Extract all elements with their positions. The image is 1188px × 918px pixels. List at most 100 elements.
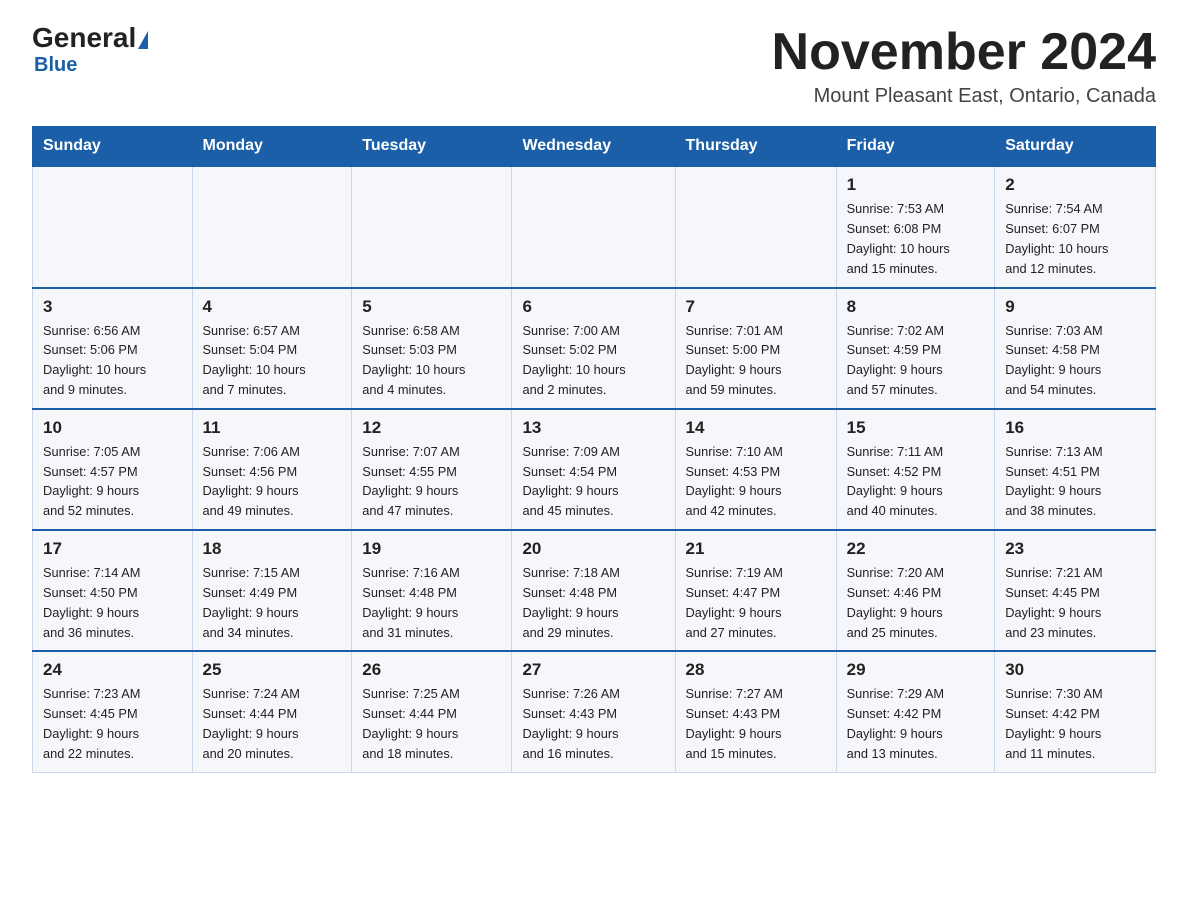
day-number: 9 <box>1005 297 1145 317</box>
month-title: November 2024 <box>772 24 1156 81</box>
day-info: Sunrise: 7:06 AM Sunset: 4:56 PM Dayligh… <box>203 442 342 521</box>
day-of-week-wednesday: Wednesday <box>512 127 675 167</box>
calendar-cell: 14 Sunrise: 7:10 AM Sunset: 4:53 PM Dayli… <box>675 409 836 530</box>
day-number: 6 <box>522 297 664 317</box>
calendar-cell: 8 Sunrise: 7:02 AM Sunset: 4:59 PM Daylig… <box>836 288 995 409</box>
location-title: Mount Pleasant East, Ontario, Canada <box>772 85 1156 108</box>
header: General Blue November 2024 Mount Pleasan… <box>32 24 1156 108</box>
calendar-cell: 4Sunrise: 6:57 AM Sunset: 5:04 PM Daylig… <box>192 288 352 409</box>
calendar-body: 1 Sunrise: 7:53 AM Sunset: 6:08 PM Daylig… <box>33 166 1156 772</box>
calendar-cell: 25 Sunrise: 7:24 AM Sunset: 4:44 PM Dayli… <box>192 651 352 772</box>
day-info: Sunrise: 7:23 AM Sunset: 4:45 PM Dayligh… <box>43 684 182 763</box>
day-number: 8 <box>847 297 985 317</box>
day-info: Sunrise: 6:56 AM Sunset: 5:06 PM Dayligh… <box>43 321 182 400</box>
day-of-week-monday: Monday <box>192 127 352 167</box>
day-number: 27 <box>522 660 664 680</box>
day-info: Sunrise: 7:01 AM Sunset: 5:00 PM Dayligh… <box>686 321 826 400</box>
day-info: Sunrise: 7:13 AM Sunset: 4:51 PM Dayligh… <box>1005 442 1145 521</box>
calendar-cell: 29Sunrise: 7:29 AM Sunset: 4:42 PM Dayli… <box>836 651 995 772</box>
day-info: Sunrise: 7:03 AM Sunset: 4:58 PM Dayligh… <box>1005 321 1145 400</box>
day-info: Sunrise: 7:11 AM Sunset: 4:52 PM Dayligh… <box>847 442 985 521</box>
calendar-cell <box>512 166 675 287</box>
day-number: 23 <box>1005 539 1145 559</box>
title-area: November 2024 Mount Pleasant East, Ontar… <box>772 24 1156 108</box>
logo-triangle-icon <box>138 31 148 49</box>
calendar-cell: 11Sunrise: 7:06 AM Sunset: 4:56 PM Dayli… <box>192 409 352 530</box>
day-info: Sunrise: 7:24 AM Sunset: 4:44 PM Dayligh… <box>203 684 342 763</box>
day-info: Sunrise: 7:54 AM Sunset: 6:07 PM Dayligh… <box>1005 199 1145 278</box>
day-info: Sunrise: 7:16 AM Sunset: 4:48 PM Dayligh… <box>362 563 501 642</box>
day-number: 20 <box>522 539 664 559</box>
day-info: Sunrise: 6:58 AM Sunset: 5:03 PM Dayligh… <box>362 321 501 400</box>
calendar-cell <box>675 166 836 287</box>
day-info: Sunrise: 7:14 AM Sunset: 4:50 PM Dayligh… <box>43 563 182 642</box>
day-info: Sunrise: 7:20 AM Sunset: 4:46 PM Dayligh… <box>847 563 985 642</box>
day-number: 10 <box>43 418 182 438</box>
calendar-cell: 13Sunrise: 7:09 AM Sunset: 4:54 PM Dayli… <box>512 409 675 530</box>
day-number: 19 <box>362 539 501 559</box>
day-info: Sunrise: 7:05 AM Sunset: 4:57 PM Dayligh… <box>43 442 182 521</box>
calendar-cell: 20Sunrise: 7:18 AM Sunset: 4:48 PM Dayli… <box>512 530 675 651</box>
calendar-cell: 18Sunrise: 7:15 AM Sunset: 4:49 PM Dayli… <box>192 530 352 651</box>
day-of-week-tuesday: Tuesday <box>352 127 512 167</box>
calendar-cell: 10 Sunrise: 7:05 AM Sunset: 4:57 PM Dayli… <box>33 409 193 530</box>
day-number: 7 <box>686 297 826 317</box>
day-number: 2 <box>1005 175 1145 195</box>
calendar-cell: 6 Sunrise: 7:00 AM Sunset: 5:02 PM Daylig… <box>512 288 675 409</box>
day-number: 17 <box>43 539 182 559</box>
calendar-cell: 27 Sunrise: 7:26 AM Sunset: 4:43 PM Dayli… <box>512 651 675 772</box>
calendar-cell: 17 Sunrise: 7:14 AM Sunset: 4:50 PM Dayli… <box>33 530 193 651</box>
calendar-header: SundayMondayTuesdayWednesdayThursdayFrid… <box>33 127 1156 167</box>
days-of-week-row: SundayMondayTuesdayWednesdayThursdayFrid… <box>33 127 1156 167</box>
day-number: 1 <box>847 175 985 195</box>
day-info: Sunrise: 7:02 AM Sunset: 4:59 PM Dayligh… <box>847 321 985 400</box>
calendar-cell: 22 Sunrise: 7:20 AM Sunset: 4:46 PM Dayli… <box>836 530 995 651</box>
week-row-5: 24 Sunrise: 7:23 AM Sunset: 4:45 PM Dayli… <box>33 651 1156 772</box>
day-number: 4 <box>203 297 342 317</box>
day-of-week-saturday: Saturday <box>995 127 1156 167</box>
week-row-3: 10 Sunrise: 7:05 AM Sunset: 4:57 PM Dayli… <box>33 409 1156 530</box>
day-of-week-friday: Friday <box>836 127 995 167</box>
calendar-cell: 26 Sunrise: 7:25 AM Sunset: 4:44 PM Dayli… <box>352 651 512 772</box>
calendar-cell: 28Sunrise: 7:27 AM Sunset: 4:43 PM Dayli… <box>675 651 836 772</box>
day-number: 5 <box>362 297 501 317</box>
day-number: 26 <box>362 660 501 680</box>
day-number: 12 <box>362 418 501 438</box>
day-info: Sunrise: 7:15 AM Sunset: 4:49 PM Dayligh… <box>203 563 342 642</box>
day-info: Sunrise: 7:30 AM Sunset: 4:42 PM Dayligh… <box>1005 684 1145 763</box>
calendar-cell: 2 Sunrise: 7:54 AM Sunset: 6:07 PM Daylig… <box>995 166 1156 287</box>
day-number: 25 <box>203 660 342 680</box>
calendar-cell <box>352 166 512 287</box>
day-info: Sunrise: 7:09 AM Sunset: 4:54 PM Dayligh… <box>522 442 664 521</box>
day-number: 22 <box>847 539 985 559</box>
logo-general: General <box>32 24 148 52</box>
day-number: 21 <box>686 539 826 559</box>
calendar-cell: 21 Sunrise: 7:19 AM Sunset: 4:47 PM Dayli… <box>675 530 836 651</box>
day-number: 14 <box>686 418 826 438</box>
calendar-cell: 9 Sunrise: 7:03 AM Sunset: 4:58 PM Daylig… <box>995 288 1156 409</box>
day-info: Sunrise: 7:26 AM Sunset: 4:43 PM Dayligh… <box>522 684 664 763</box>
day-number: 24 <box>43 660 182 680</box>
logo: General Blue <box>32 24 148 77</box>
day-of-week-thursday: Thursday <box>675 127 836 167</box>
calendar-cell: 12Sunrise: 7:07 AM Sunset: 4:55 PM Dayli… <box>352 409 512 530</box>
day-number: 28 <box>686 660 826 680</box>
day-number: 15 <box>847 418 985 438</box>
week-row-1: 1 Sunrise: 7:53 AM Sunset: 6:08 PM Daylig… <box>33 166 1156 287</box>
calendar-cell: 19 Sunrise: 7:16 AM Sunset: 4:48 PM Dayli… <box>352 530 512 651</box>
calendar-cell: 1 Sunrise: 7:53 AM Sunset: 6:08 PM Daylig… <box>836 166 995 287</box>
calendar-cell: 23 Sunrise: 7:21 AM Sunset: 4:45 PM Dayli… <box>995 530 1156 651</box>
day-of-week-sunday: Sunday <box>33 127 193 167</box>
day-info: Sunrise: 7:00 AM Sunset: 5:02 PM Dayligh… <box>522 321 664 400</box>
calendar-cell: 5 Sunrise: 6:58 AM Sunset: 5:03 PM Daylig… <box>352 288 512 409</box>
day-info: Sunrise: 7:21 AM Sunset: 4:45 PM Dayligh… <box>1005 563 1145 642</box>
day-info: Sunrise: 7:25 AM Sunset: 4:44 PM Dayligh… <box>362 684 501 763</box>
day-info: Sunrise: 7:53 AM Sunset: 6:08 PM Dayligh… <box>847 199 985 278</box>
calendar-cell: 16 Sunrise: 7:13 AM Sunset: 4:51 PM Dayli… <box>995 409 1156 530</box>
calendar: SundayMondayTuesdayWednesdayThursdayFrid… <box>32 126 1156 773</box>
day-number: 16 <box>1005 418 1145 438</box>
day-info: Sunrise: 7:19 AM Sunset: 4:47 PM Dayligh… <box>686 563 826 642</box>
calendar-cell: 7 Sunrise: 7:01 AM Sunset: 5:00 PM Daylig… <box>675 288 836 409</box>
day-info: Sunrise: 7:10 AM Sunset: 4:53 PM Dayligh… <box>686 442 826 521</box>
day-number: 29 <box>847 660 985 680</box>
